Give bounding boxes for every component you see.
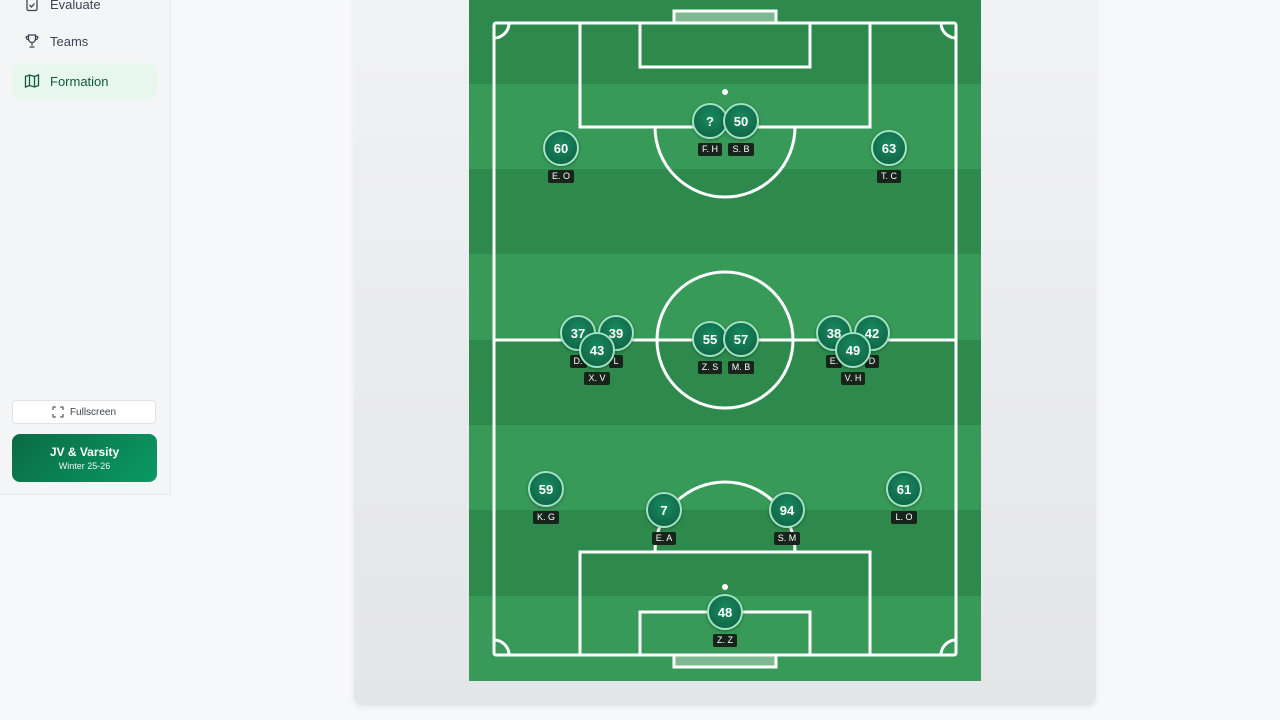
sidebar: Evaluate Teams Formation Fullscreen JV &… <box>0 0 171 495</box>
player-marker[interactable]: 63 T. C <box>869 130 909 184</box>
player-name-tag: S. B <box>728 143 754 156</box>
player-number: 60 <box>543 130 579 166</box>
team-name: JV & Varsity <box>49 445 120 459</box>
player-name-tag: M. B <box>727 361 755 374</box>
player-name-tag: E. O <box>547 170 574 183</box>
sidebar-item-evaluate[interactable]: Evaluate <box>12 0 157 22</box>
clipboard-check-icon <box>24 0 40 12</box>
player-number: 50 <box>723 103 759 139</box>
player-marker[interactable]: 7 E. A <box>644 492 684 546</box>
player-number: 7 <box>646 492 682 528</box>
player-marker[interactable]: 48 Z. Z <box>705 594 745 648</box>
player-number: 94 <box>769 492 805 528</box>
player-name-tag: T. C <box>876 170 901 183</box>
sidebar-item-formation[interactable]: Formation <box>12 63 157 99</box>
player-number: 57 <box>723 321 759 357</box>
player-name-tag: F. H <box>697 143 722 156</box>
player-marker[interactable]: 94 S. M <box>767 492 807 546</box>
player-name-tag: K. G <box>532 511 559 524</box>
sidebar-item-teams[interactable]: Teams <box>12 23 157 59</box>
fullscreen-icon <box>52 406 64 418</box>
player-name-tag: X. V <box>584 372 610 385</box>
player-marker[interactable]: 59 K. G <box>526 471 566 525</box>
player-marker[interactable]: 49 V. H <box>833 332 873 386</box>
player-marker[interactable]: 57 M. B <box>721 321 761 375</box>
player-name-tag: E. A <box>651 532 677 545</box>
player-marker[interactable]: 61 L. O <box>884 471 924 525</box>
player-name-tag: V. H <box>840 372 866 385</box>
player-number: 48 <box>707 594 743 630</box>
player-marker[interactable]: 43 X. V <box>577 332 617 386</box>
trophy-icon <box>24 33 40 49</box>
team-selector-card[interactable]: JV & Varsity Winter 25-26 <box>12 434 157 482</box>
team-season: Winter 25-26 <box>58 461 111 471</box>
player-marker[interactable]: 60 E. O <box>541 130 581 184</box>
sidebar-item-label: Formation <box>50 73 109 89</box>
player-number: 49 <box>835 332 871 368</box>
player-name-tag: S. M <box>773 532 801 545</box>
sidebar-item-label: Evaluate <box>50 0 101 12</box>
fullscreen-button[interactable]: Fullscreen <box>12 400 156 424</box>
fullscreen-label: Fullscreen <box>69 406 117 418</box>
player-number: 61 <box>886 471 922 507</box>
player-number: 43 <box>579 332 615 368</box>
player-number: 59 <box>528 471 564 507</box>
player-number: 63 <box>871 130 907 166</box>
sidebar-item-label: Teams <box>50 33 89 49</box>
map-icon <box>24 73 40 89</box>
player-marker[interactable]: 50 S. B <box>721 103 761 157</box>
player-name-tag: Z. S <box>697 361 723 374</box>
player-name-tag: L. O <box>891 511 917 524</box>
player-name-tag: Z. Z <box>713 634 737 647</box>
